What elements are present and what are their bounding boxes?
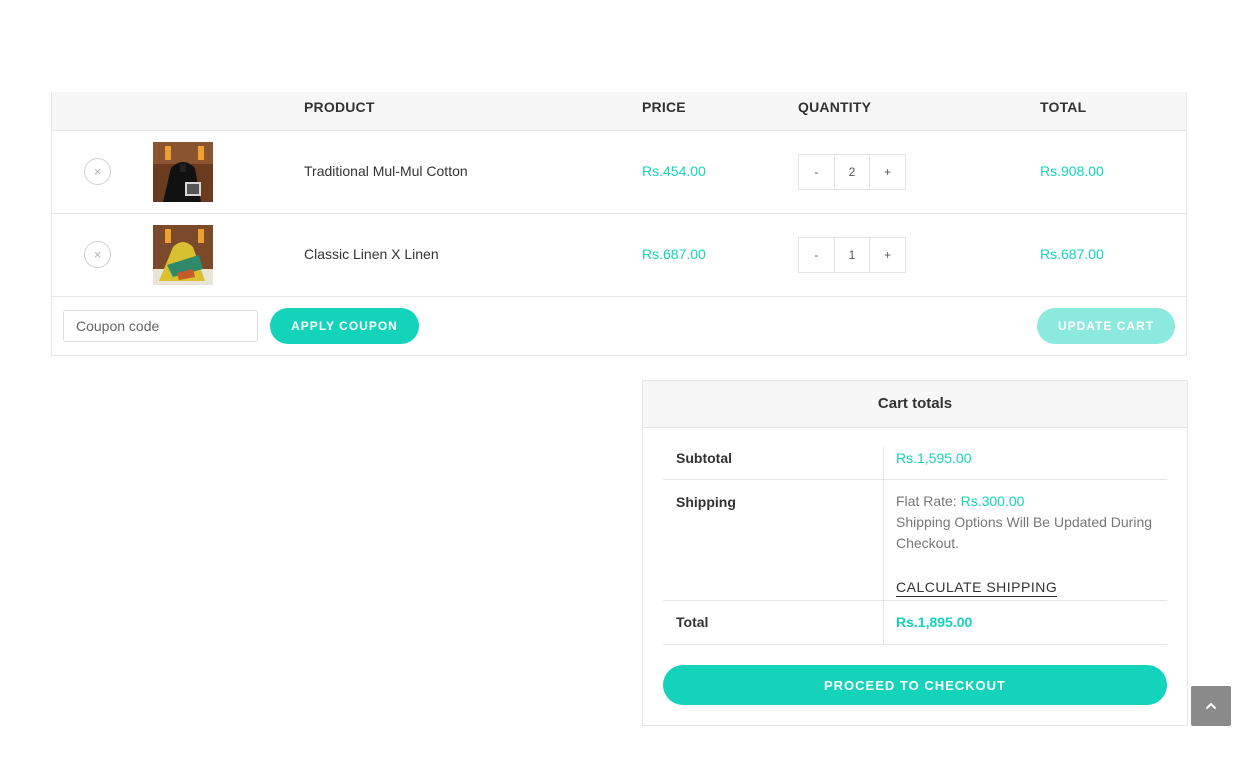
total-row: Total Rs.1,895.00 — [663, 601, 1167, 645]
shipping-method-label: Flat Rate: — [896, 493, 961, 509]
proceed-to-checkout-button[interactable]: PROCEED TO CHECKOUT — [663, 665, 1167, 705]
remove-item-button[interactable]: × — [84, 241, 111, 268]
qty-input[interactable]: 2 — [833, 155, 871, 189]
shipping-row: Shipping Flat Rate: Rs.300.00 Shipping O… — [663, 480, 1167, 601]
remove-item-button[interactable]: × — [84, 158, 111, 185]
total-label: Total — [676, 614, 709, 630]
qty-decrease-button[interactable]: - — [799, 238, 834, 272]
subtotal-value: Rs.1,595.00 — [896, 450, 972, 466]
product-price: Rs.454.00 — [642, 163, 706, 179]
header-product: PRODUCT — [304, 99, 375, 115]
line-total: Rs.908.00 — [1040, 163, 1104, 179]
product-name-link[interactable]: Traditional Mul-Mul Cotton — [304, 163, 468, 179]
qty-input[interactable]: 1 — [833, 238, 871, 272]
cart-totals: Cart totals Subtotal Rs.1,595.00 Shippin… — [642, 380, 1188, 726]
chevron-up-icon — [1206, 703, 1216, 709]
shipping-note: Shipping Options Will Be Updated During … — [896, 514, 1153, 551]
coupon-code-input[interactable] — [63, 310, 258, 342]
cart-row: × Traditional Mul-Mul Cotton Rs.454.00 -… — [52, 131, 1186, 214]
total-value: Rs.1,895.00 — [896, 614, 973, 630]
shipping-amount: Rs.300.00 — [960, 493, 1025, 509]
line-total: Rs.687.00 — [1040, 246, 1104, 262]
product-name-link[interactable]: Classic Linen X Linen — [304, 246, 439, 262]
header-quantity: QUANTITY — [798, 99, 872, 115]
cart-row: × Classic Linen X Linen Rs.687.00 - 1 + … — [52, 214, 1186, 297]
qty-increase-button[interactable]: + — [870, 238, 905, 272]
cart-totals-title: Cart totals — [643, 381, 1187, 428]
row-divider — [883, 601, 884, 644]
close-icon: × — [93, 164, 102, 179]
subtotal-row: Subtotal Rs.1,595.00 — [663, 447, 1167, 480]
product-thumbnail[interactable] — [153, 225, 213, 285]
shipping-details: Flat Rate: Rs.300.00 Shipping Options Wi… — [896, 491, 1166, 554]
qty-decrease-button[interactable]: - — [799, 155, 834, 189]
quantity-stepper: - 2 + — [798, 154, 906, 190]
row-divider — [883, 447, 884, 479]
product-price: Rs.687.00 — [642, 246, 706, 262]
header-total: TOTAL — [1040, 99, 1087, 115]
cart-table: PRODUCT PRICE QUANTITY TOTAL × Tradition… — [51, 92, 1187, 356]
row-divider — [883, 480, 884, 600]
cart-table-header: PRODUCT PRICE QUANTITY TOTAL — [52, 92, 1186, 131]
apply-coupon-button[interactable]: APPLY COUPON — [270, 308, 419, 344]
cart-actions: APPLY COUPON UPDATE CART — [52, 297, 1186, 355]
shipping-label: Shipping — [676, 494, 736, 510]
update-cart-button[interactable]: UPDATE CART — [1037, 308, 1175, 344]
product-thumbnail[interactable] — [153, 142, 213, 202]
scroll-to-top-button[interactable] — [1191, 686, 1231, 726]
header-price: PRICE — [642, 99, 686, 115]
subtotal-label: Subtotal — [676, 450, 732, 466]
qty-increase-button[interactable]: + — [870, 155, 905, 189]
quantity-stepper: - 1 + — [798, 237, 906, 273]
calculate-shipping-link[interactable]: CALCULATE SHIPPING — [896, 579, 1058, 597]
close-icon: × — [93, 247, 102, 262]
